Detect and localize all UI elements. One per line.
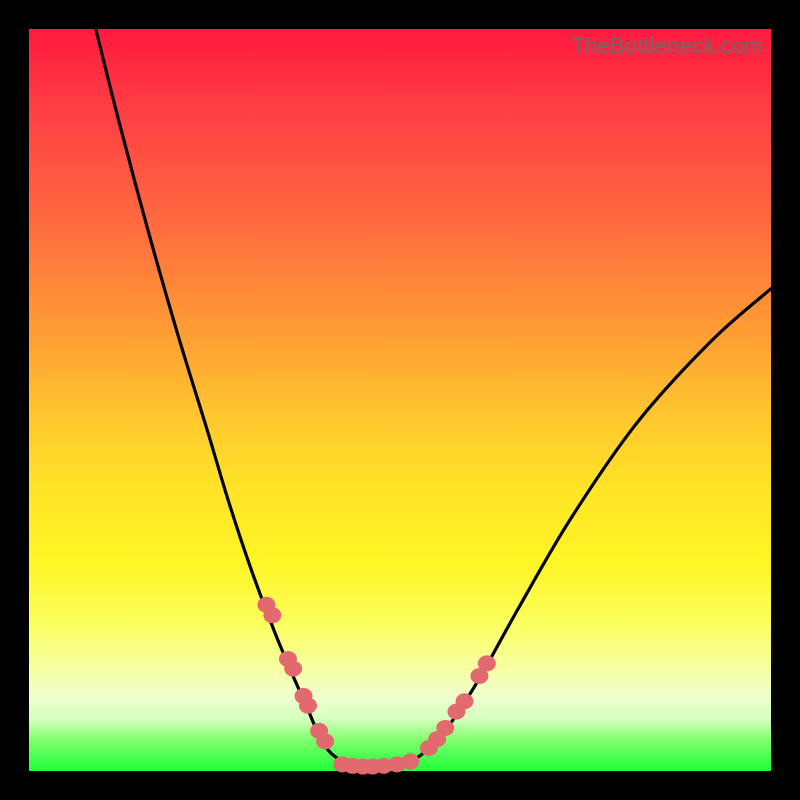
marker-point: [299, 698, 317, 714]
plot-area: TheBottleneck.com: [29, 29, 771, 771]
bottleneck-curve-path: [96, 29, 771, 768]
marker-group: [257, 597, 495, 775]
marker-point: [316, 733, 334, 749]
marker-point: [401, 753, 419, 769]
marker-point: [284, 661, 302, 677]
chart-svg: [29, 29, 771, 771]
marker-point: [456, 693, 474, 709]
marker-point: [436, 720, 454, 736]
marker-point: [478, 655, 496, 671]
chart-stage: TheBottleneck.com: [0, 0, 800, 800]
marker-point: [263, 607, 281, 623]
